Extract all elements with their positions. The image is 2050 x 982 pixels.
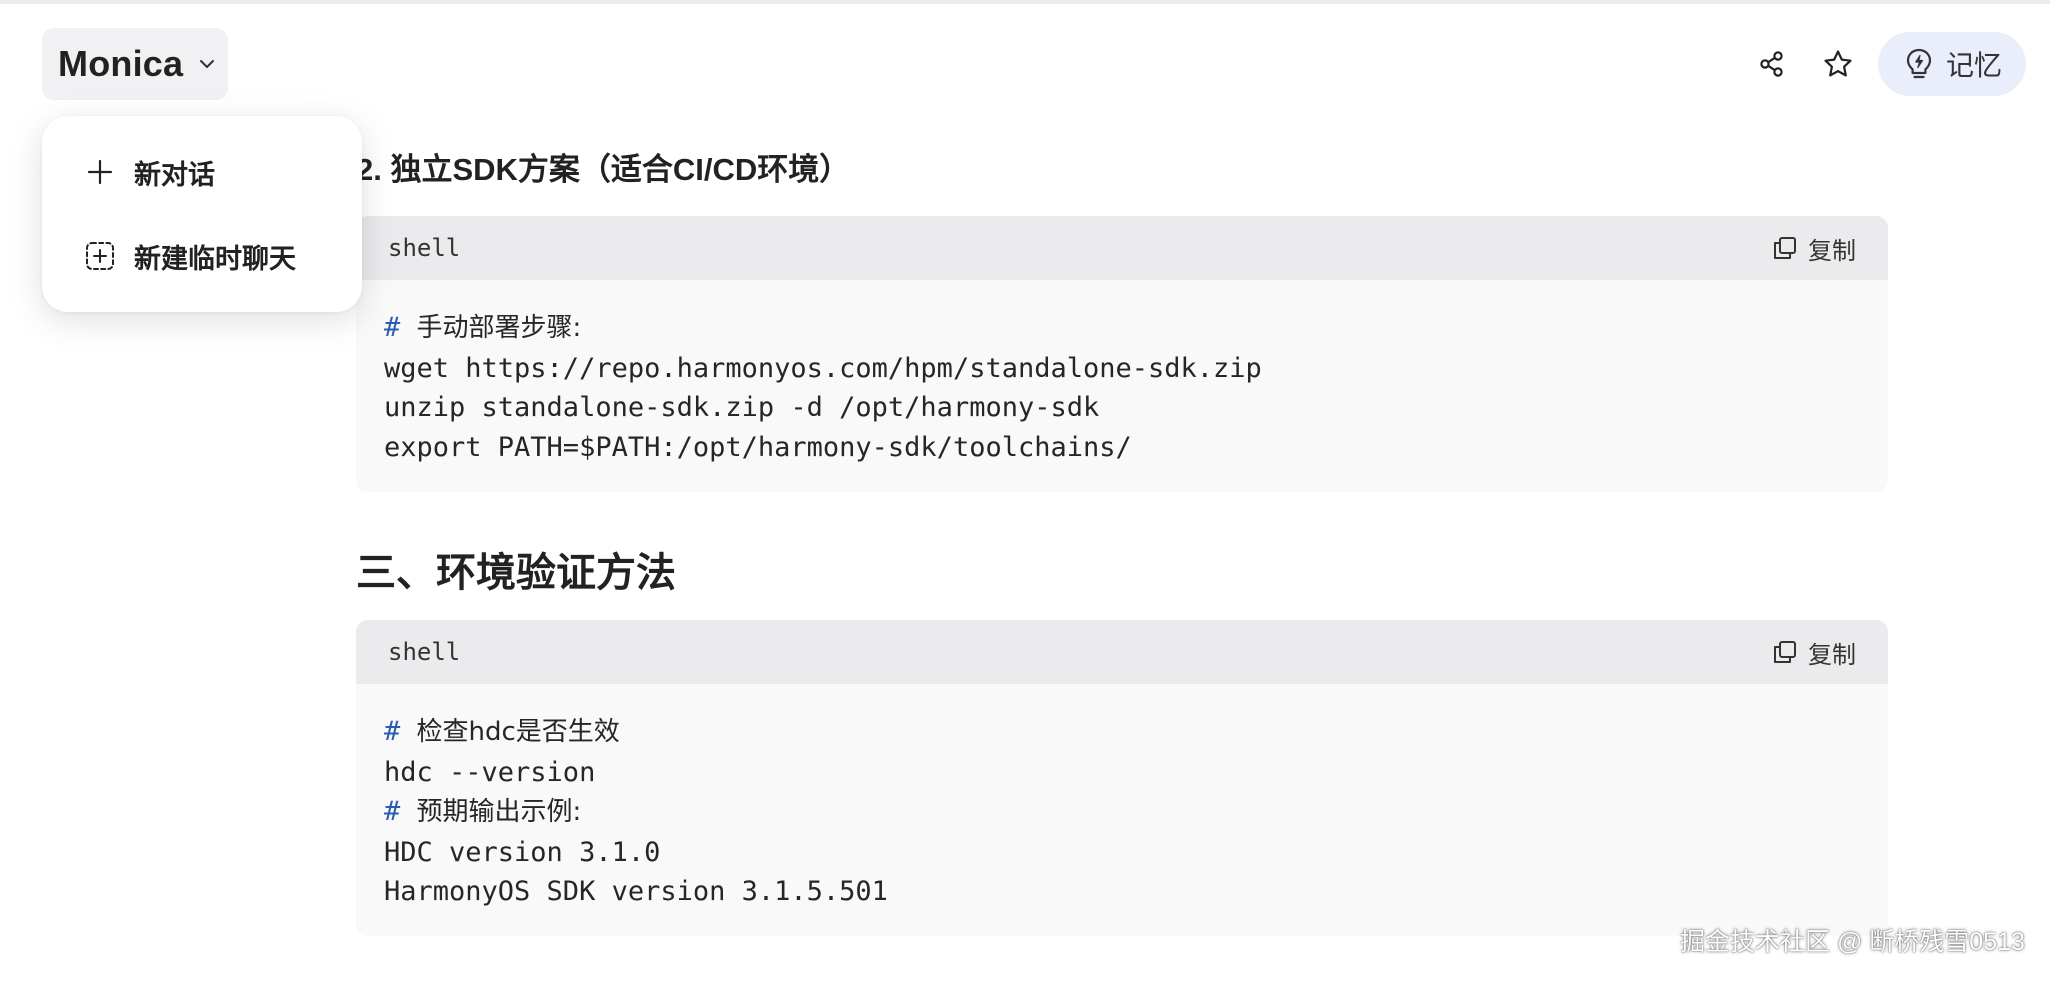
comment-hash: # <box>384 312 401 343</box>
memory-button[interactable]: 记忆 <box>1878 32 2026 96</box>
share-icon <box>1760 51 1783 77</box>
code-line: HarmonyOS SDK version 3.1.5.501 <box>384 876 888 907</box>
favorite-button[interactable] <box>1818 44 1858 84</box>
plus-icon <box>87 159 113 185</box>
code-comment: # 手动部署步骤: <box>384 308 1860 349</box>
code-header: shell 复制 <box>356 620 1888 684</box>
code-line: HDC version 3.1.0 <box>384 836 661 868</box>
menu-item-new-chat[interactable]: 新对话 <box>42 140 362 204</box>
memory-label: 记忆 <box>1945 50 2002 81</box>
page: Monica 记忆 新对话 新建临时聊天 2. 独立SDK方案（适合CI/CD环… <box>0 0 2050 982</box>
star-icon <box>1824 50 1852 77</box>
comment-text: 手动部署步骤: <box>416 313 582 343</box>
code-language: shell <box>388 234 461 262</box>
code-line: unzip standalone-sdk.zip -d /opt/harmony… <box>384 392 1100 423</box>
code-line: export PATH=$PATH:/opt/harmony-sdk/toolc… <box>384 431 1132 463</box>
code-line: wget https://repo.harmonyos.com/hpm/stan… <box>384 352 1262 384</box>
comment-hash: # <box>384 716 401 747</box>
copy-icon <box>1774 237 1796 259</box>
comment-text: 预期输出示例: <box>416 797 582 827</box>
new-chat-menu: 新对话 新建临时聊天 <box>42 116 362 312</box>
chevron-down-icon <box>200 60 215 68</box>
share-button[interactable] <box>1752 44 1792 84</box>
menu-item-label: 新建临时聊天 <box>134 243 296 274</box>
copy-icon <box>1774 641 1796 663</box>
top-divider <box>0 0 2050 4</box>
code-body: # 手动部署步骤: wget https://repo.harmonyos.co… <box>356 280 1888 467</box>
menu-item-label: 新对话 <box>134 159 215 190</box>
copy-button[interactable]: 复制 <box>1772 231 1856 266</box>
app-name: Monica <box>58 43 184 84</box>
lightbulb-bolt-icon <box>1906 48 1932 79</box>
copy-button[interactable]: 复制 <box>1772 635 1856 670</box>
code-language: shell <box>388 638 461 666</box>
code-body: # 检查hdc是否生效 hdc --version # 预期输出示例: HDC … <box>356 684 1888 912</box>
code-comment: # 检查hdc是否生效 <box>384 712 1860 753</box>
copy-label: 复制 <box>1808 641 1856 669</box>
code-comment: # 预期输出示例: <box>384 792 1860 833</box>
code-header: shell 复制 <box>356 216 1888 280</box>
section-heading-2: 三、环境验证方法 <box>356 551 676 595</box>
section-heading: 2. 独立SDK方案（适合CI/CD环境） <box>356 152 851 187</box>
watermark: 掘金技术社区 @ 断桥残雪0513 <box>1680 928 2025 956</box>
comment-text: 检查hdc是否生效 <box>416 717 620 747</box>
app-switcher-button[interactable]: Monica <box>42 28 228 100</box>
copy-label: 复制 <box>1808 237 1856 265</box>
comment-hash: # <box>384 796 401 827</box>
code-block: shell 复制 # 手动部署步骤: wget https://repo.har… <box>356 216 1888 492</box>
menu-item-temp-chat[interactable]: 新建临时聊天 <box>42 224 362 288</box>
dashed-plus-icon <box>86 242 114 270</box>
code-block: shell 复制 # 检查hdc是否生效 hdc --version # 预期输… <box>356 620 1888 936</box>
code-line: hdc --version <box>384 756 596 788</box>
